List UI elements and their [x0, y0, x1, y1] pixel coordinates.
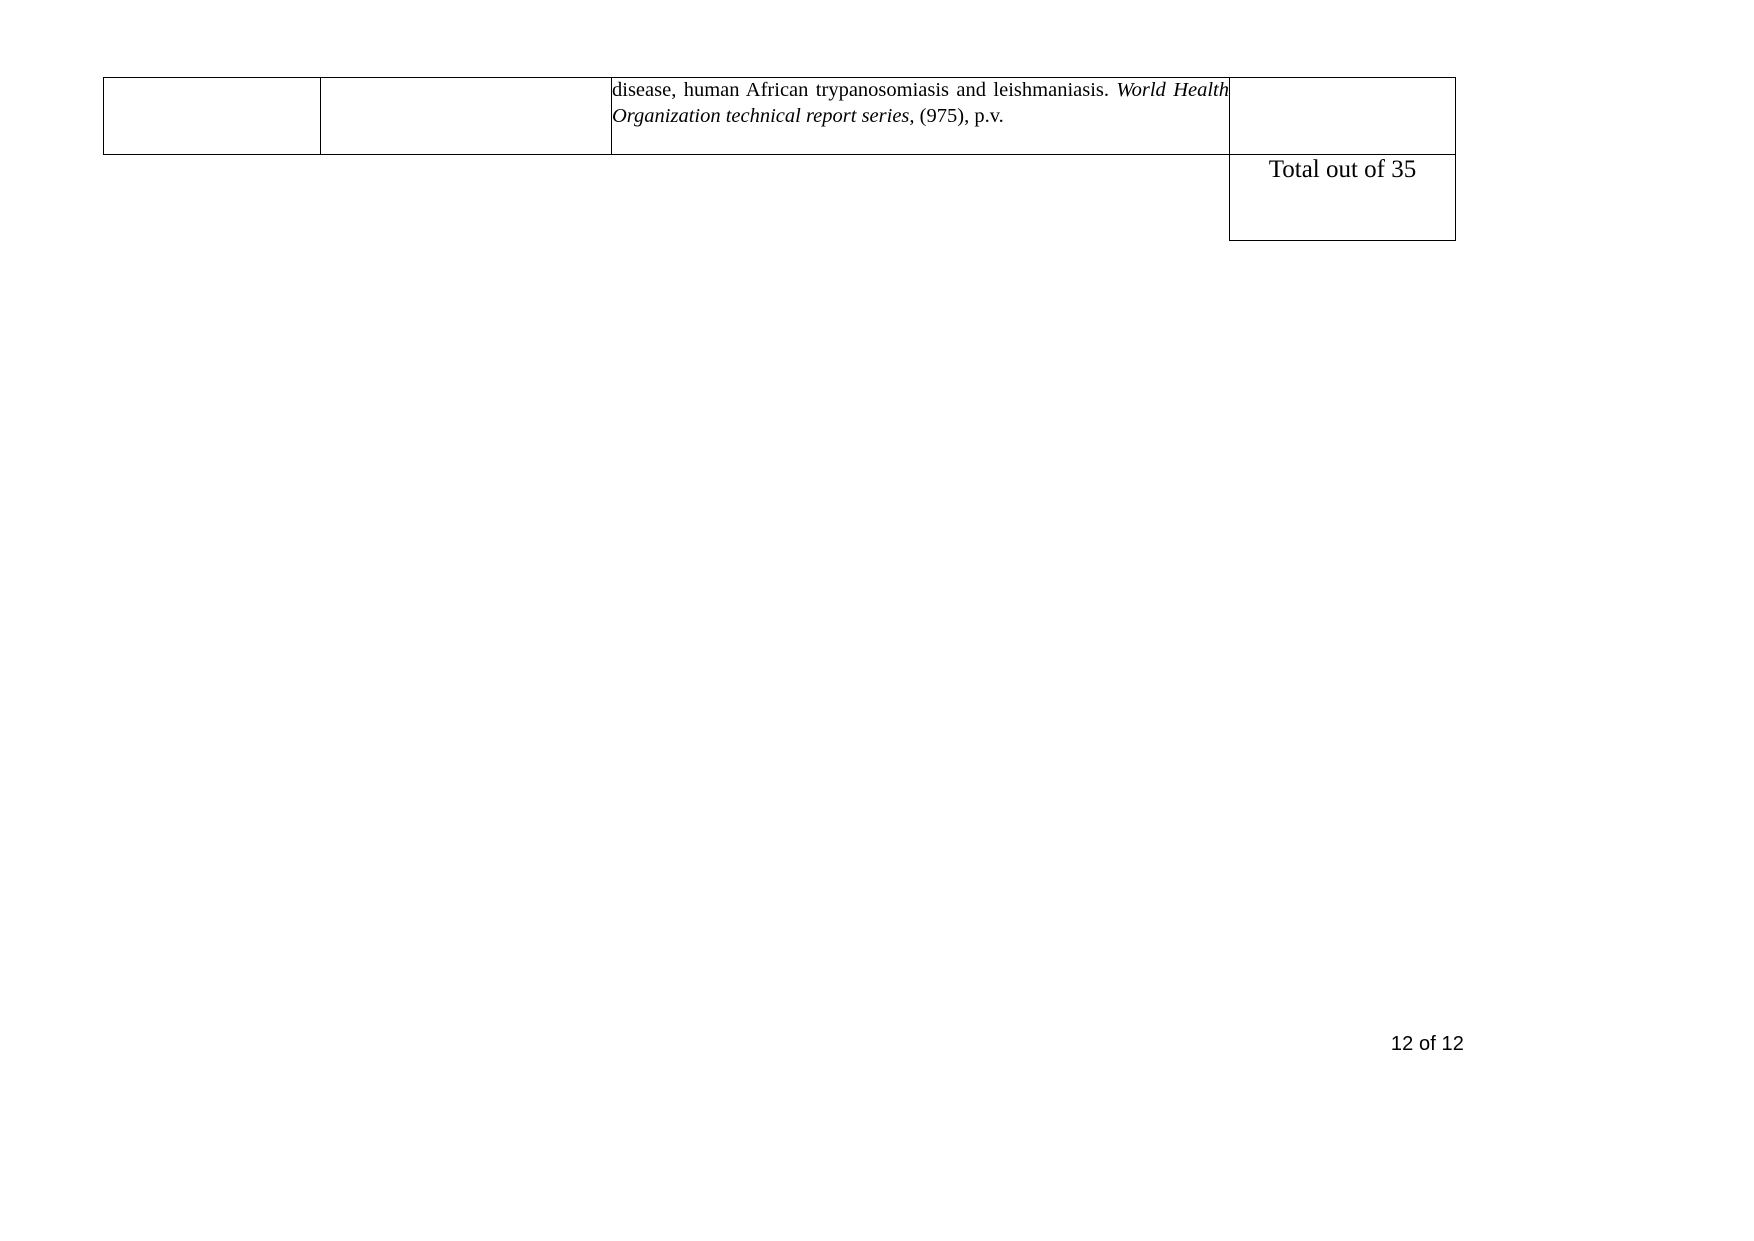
continued-assessment-table: disease, human African trypanosomiasis a…: [103, 77, 1456, 241]
document-page: disease, human African trypanosomiasis a…: [0, 0, 1754, 1241]
table-cell-total-spacer: [104, 155, 1230, 241]
page-number-footer: 12 of 12: [1390, 1033, 1464, 1055]
table-cell-description: [320, 77, 612, 155]
total-score-cell: Total out of 35: [1229, 154, 1456, 241]
table-cell-score: [1229, 77, 1456, 155]
reference-text-trailing: (975), p.v.: [914, 104, 1004, 127]
table-cell-criterion: [103, 77, 321, 155]
reference-text-plain-lead: disease, human African trypanosomiasis a…: [612, 79, 1117, 101]
table-row-total: Total out of 35: [104, 154, 1456, 241]
table-row: disease, human African trypanosomiasis a…: [103, 77, 1456, 155]
table-cell-reference: disease, human African trypanosomiasis a…: [611, 77, 1230, 155]
